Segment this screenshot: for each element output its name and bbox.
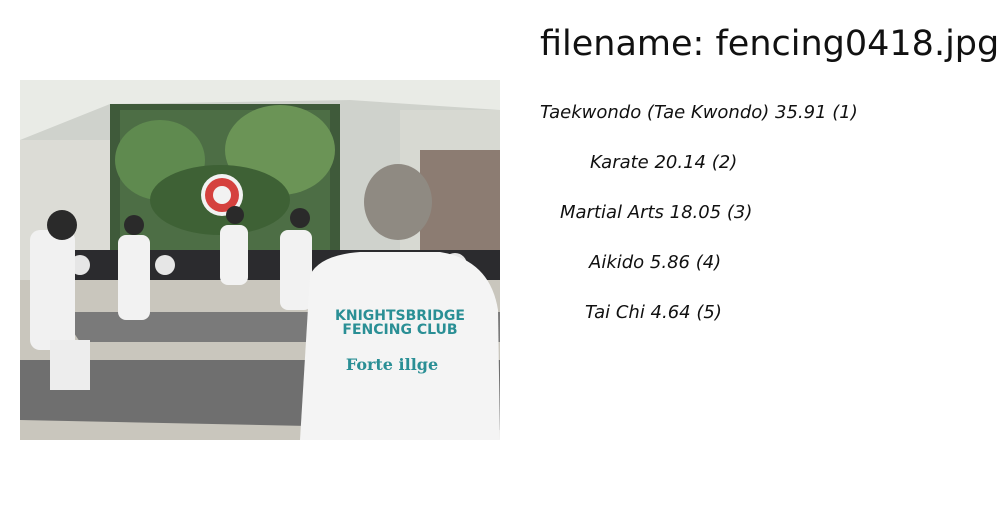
filename-title: filename: fencing0418.jpg [540, 24, 1000, 64]
prediction-item-2: Karate 20.14 (2) [590, 152, 738, 173]
shirt-text-line2: FENCING CLUB [342, 322, 457, 338]
prediction-item-4: Aikido 5.86 (4) [589, 252, 722, 273]
fencing-photo: KNIGHTSBRIDGE FENCING CLUB Forte illge [20, 80, 500, 440]
prediction-item-3: Martial Arts 18.05 (3) [560, 202, 753, 223]
prediction-item-1: Taekwondo (Tae Kwondo) 35.91 (1) [540, 102, 858, 123]
prediction-item-5: Tai Chi 4.64 (5) [585, 302, 722, 323]
shirt-text-line3: Forte illge [346, 355, 438, 374]
